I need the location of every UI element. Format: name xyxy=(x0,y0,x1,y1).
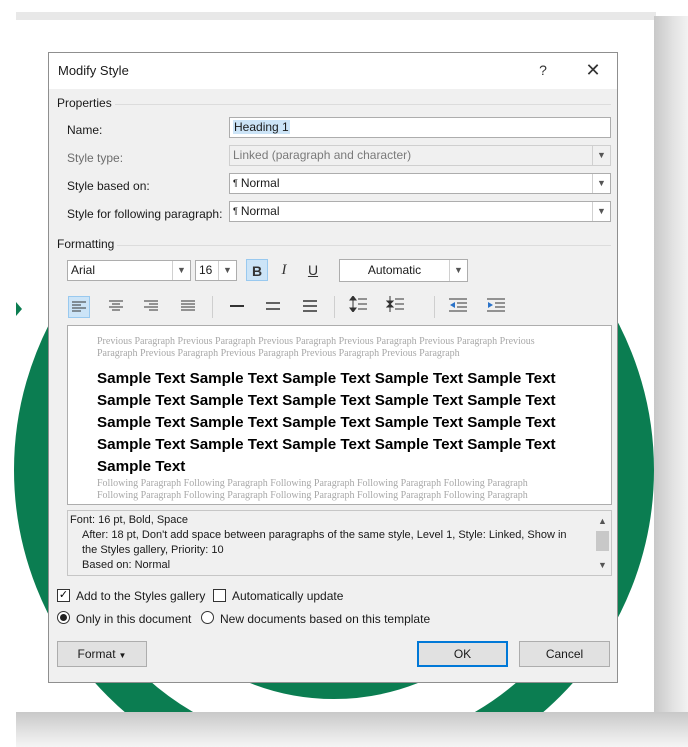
toolbar-separator xyxy=(334,296,335,318)
description-scrollbar[interactable]: ▲ ▼ xyxy=(594,511,611,575)
chevron-down-icon[interactable]: ▼ xyxy=(218,261,236,280)
description-line: After: 18 pt, Don't add space between pa… xyxy=(82,529,567,541)
description-line: Font: 16 pt, Bold, Space xyxy=(70,514,189,526)
add-to-gallery-checkbox[interactable]: ✓ xyxy=(57,589,70,602)
paragraph-spacing-icon xyxy=(349,295,367,313)
toolbar-separator xyxy=(212,296,213,318)
formatting-section-label: Formatting xyxy=(57,237,115,251)
only-this-document-label: Only in this document xyxy=(76,612,192,626)
font-color-value: Automatic xyxy=(367,263,422,277)
font-color-select[interactable]: Automatic ▼ xyxy=(339,259,468,282)
based-on-value: Normal xyxy=(240,176,280,190)
add-to-gallery-label: Add to the Styles gallery xyxy=(76,589,206,603)
following-paragraph-label: Style for following paragraph: xyxy=(67,207,223,221)
style-preview-pane: Previous Paragraph Previous Paragraph Pr… xyxy=(67,325,612,505)
align-right-button[interactable] xyxy=(140,296,162,318)
toolbar-separator xyxy=(434,296,435,318)
align-center-icon xyxy=(109,300,123,311)
style-type-select: Linked (paragraph and character) ▼ xyxy=(229,145,611,166)
chevron-down-icon: ▼ xyxy=(592,146,610,165)
scroll-down-icon[interactable]: ▼ xyxy=(594,557,611,573)
dialog-title: Modify Style xyxy=(58,63,129,78)
chevron-down-icon[interactable]: ▼ xyxy=(172,261,190,280)
style-description-box: Font: 16 pt, Bold, Space After: 18 pt, D… xyxy=(67,510,612,576)
auto-update-checkbox[interactable] xyxy=(213,589,226,602)
one-half-spacing-button[interactable] xyxy=(262,296,284,318)
increase-paragraph-spacing-button[interactable] xyxy=(347,295,369,318)
based-on-label: Style based on: xyxy=(67,179,150,193)
following-paragraph-text: Following Paragraph Following Paragraph … xyxy=(97,478,528,501)
italic-button[interactable]: I xyxy=(273,259,295,281)
justify-icon xyxy=(181,300,195,311)
underline-button[interactable]: U xyxy=(302,259,324,281)
font-name-select[interactable]: Arial ▼ xyxy=(67,260,191,281)
cancel-button[interactable]: Cancel xyxy=(519,641,610,667)
single-spacing-button[interactable] xyxy=(226,296,248,318)
ok-button[interactable]: OK xyxy=(417,641,508,667)
one-half-spacing-icon xyxy=(266,302,280,310)
auto-update-label: Automatically update xyxy=(232,589,344,603)
align-left-button[interactable] xyxy=(68,296,90,318)
pilcrow-icon: ¶ xyxy=(233,206,238,216)
description-line: Based on: Normal xyxy=(82,559,171,571)
bold-button[interactable]: B xyxy=(246,259,268,281)
scroll-thumb[interactable] xyxy=(596,531,609,551)
modify-style-dialog: Modify Style ? ✕ Properties Name: Headin… xyxy=(48,52,618,683)
align-right-icon xyxy=(144,300,158,311)
caret-down-icon: ▼ xyxy=(118,651,127,660)
decrease-indent-icon xyxy=(449,298,467,312)
following-paragraph-value: Normal xyxy=(240,204,280,218)
format-button-label: Format xyxy=(77,647,116,661)
name-value: Heading 1 xyxy=(233,120,290,134)
font-name-value: Arial xyxy=(71,263,96,277)
arrow-marker-icon xyxy=(16,302,22,316)
new-documents-label: New documents based on this template xyxy=(220,612,431,626)
justify-button[interactable] xyxy=(177,296,199,318)
new-documents-radio[interactable] xyxy=(201,611,214,624)
chevron-down-icon[interactable]: ▼ xyxy=(592,202,610,221)
pilcrow-icon: ¶ xyxy=(233,178,238,188)
align-center-button[interactable] xyxy=(105,296,127,318)
align-left-icon xyxy=(72,301,86,312)
radio-selected-dot xyxy=(60,614,67,621)
help-button[interactable]: ? xyxy=(533,59,553,81)
title-bar: Modify Style ? ✕ xyxy=(49,53,617,89)
name-input[interactable]: Heading 1 xyxy=(229,117,611,138)
sample-text: Sample Text Sample Text Sample Text Samp… xyxy=(97,370,556,475)
paragraph-spacing-icon xyxy=(385,296,404,312)
frame-shadow-bottom xyxy=(16,712,688,747)
font-size-select[interactable]: 16 ▼ xyxy=(195,260,237,281)
single-spacing-icon xyxy=(230,305,244,307)
increase-indent-button[interactable] xyxy=(485,296,507,318)
description-line: the Styles gallery, Priority: 10 xyxy=(82,544,224,556)
frame-shadow-right xyxy=(654,16,688,731)
based-on-select[interactable]: ¶ Normal ▼ xyxy=(229,173,611,194)
formatting-divider xyxy=(117,245,611,246)
style-type-value: Linked (paragraph and character) xyxy=(233,148,412,162)
previous-paragraph-text: Previous Paragraph Previous Paragraph Pr… xyxy=(97,336,535,359)
frame-shadow-top xyxy=(16,12,656,20)
chevron-down-icon[interactable]: ▼ xyxy=(592,174,610,193)
font-size-value: 16 xyxy=(199,263,213,277)
double-spacing-icon xyxy=(303,300,317,312)
scroll-up-icon[interactable]: ▲ xyxy=(594,513,611,529)
properties-section-label: Properties xyxy=(57,96,112,110)
properties-divider xyxy=(115,104,611,105)
name-label: Name: xyxy=(67,123,103,137)
close-button[interactable]: ✕ xyxy=(579,57,607,83)
following-paragraph-select[interactable]: ¶ Normal ▼ xyxy=(229,201,611,222)
style-type-label: Style type: xyxy=(67,151,124,165)
increase-indent-icon xyxy=(487,298,505,312)
decrease-paragraph-spacing-button[interactable] xyxy=(384,296,406,318)
decrease-indent-button[interactable] xyxy=(447,296,469,318)
format-button[interactable]: Format ▼ xyxy=(57,641,147,667)
double-spacing-button[interactable] xyxy=(299,296,321,318)
chevron-down-icon[interactable]: ▼ xyxy=(449,260,467,281)
only-this-document-radio[interactable] xyxy=(57,611,70,624)
